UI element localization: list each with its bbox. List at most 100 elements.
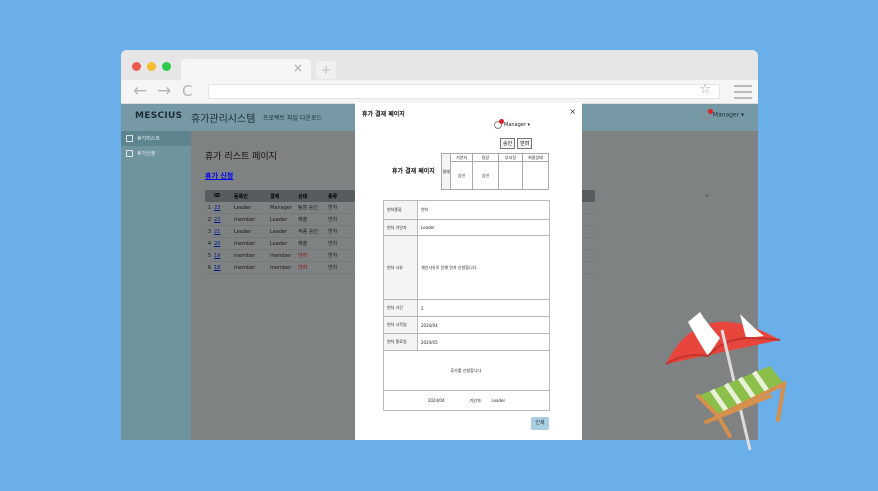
- row-number: 5: [207, 252, 212, 259]
- grid-header-approver[interactable]: 결재: [270, 193, 298, 200]
- row-user: member: [234, 240, 256, 247]
- row-id-link[interactable]: 20: [214, 241, 234, 247]
- row-approver: member: [270, 264, 292, 271]
- row-type: 연차: [328, 205, 338, 211]
- brand-logo[interactable]: MESCIUS: [135, 111, 182, 121]
- address-bar[interactable]: ☆: [208, 82, 720, 99]
- row-id-link[interactable]: 21: [214, 229, 234, 235]
- grid-header-type[interactable]: 종류: [328, 193, 348, 200]
- row-state: 팀장 승인: [298, 205, 318, 211]
- row-type: 연차: [328, 241, 338, 247]
- detail-value: 2024/05: [417, 333, 550, 351]
- modal-user-menu[interactable]: Manager ▾: [494, 119, 531, 129]
- system-title: 휴가관리시스템: [191, 114, 256, 125]
- row-user: Leader: [234, 204, 252, 211]
- row-approver: member: [270, 252, 292, 259]
- minimize-window-dot[interactable]: [147, 62, 156, 71]
- detail-value: 2024/04: [417, 316, 550, 334]
- row-number: 3: [207, 228, 212, 235]
- sidebar-item-label: 휴가리스트: [137, 136, 161, 142]
- row-type: 연차: [328, 217, 338, 223]
- footer-name: Leader: [491, 397, 506, 403]
- grid-header-id[interactable]: ID: [214, 193, 234, 199]
- footer-message: 휴가를 신청합니다.: [383, 350, 550, 391]
- browser-titlebar: × +: [121, 50, 758, 80]
- reload-icon[interactable]: C: [182, 82, 192, 100]
- footer-label: 기안자:: [469, 397, 483, 403]
- detail-label: 연차 기간: [383, 299, 418, 317]
- apply-leave-link[interactable]: 휴가 신청: [205, 171, 233, 181]
- row-number: 6: [207, 264, 212, 271]
- row-user: Leader: [234, 228, 252, 235]
- detail-value: 개인사유로 인해 연차 신청합니다.: [417, 235, 550, 300]
- avatar-icon: [702, 109, 713, 119]
- close-tab-icon[interactable]: ×: [293, 61, 303, 75]
- bookmark-star-icon[interactable]: ☆: [699, 82, 711, 97]
- beach-chair-umbrella-illustration: [665, 312, 787, 451]
- row-approver: Manager: [270, 204, 292, 211]
- row-user: member: [234, 216, 256, 223]
- print-button[interactable]: 인쇄: [531, 417, 549, 430]
- browser-navbar: ← → C ☆: [121, 80, 758, 104]
- forward-icon[interactable]: →: [157, 82, 171, 100]
- edit-icon: [126, 150, 133, 157]
- row-state: 제출: [298, 241, 308, 247]
- row-id-link[interactable]: 22: [214, 217, 234, 223]
- notification-badge: [707, 109, 713, 114]
- row-id-link[interactable]: 19: [214, 253, 234, 259]
- maximize-window-dot[interactable]: [162, 62, 171, 71]
- row-approver: Leader: [270, 240, 288, 247]
- row-type: 연차: [328, 265, 338, 271]
- header-user-menu[interactable]: Manager ▾: [702, 109, 744, 119]
- detail-label: 연차 시작일: [383, 316, 418, 334]
- approval-val: 승인: [472, 161, 499, 190]
- detail-value: 연차: [417, 200, 550, 220]
- approval-side-label: 결재: [441, 153, 451, 190]
- browser-tab[interactable]: ×: [181, 59, 311, 80]
- row-user: member: [234, 252, 256, 259]
- reject-button[interactable]: 반려: [517, 138, 533, 149]
- row-number: 1: [207, 204, 212, 211]
- sidebar-item-list[interactable]: 휴가리스트: [121, 131, 191, 146]
- approval-col: 팀장: [472, 153, 499, 162]
- approval-modal: 휴가 결재 페이지 × Manager ▾ 승인 반려 휴가 결재 페이지 결재…: [355, 103, 582, 440]
- row-user: member: [234, 264, 256, 271]
- row-id-link[interactable]: 23: [214, 205, 234, 211]
- sidebar-item-label: 휴가신청: [137, 151, 156, 157]
- approval-col: 부서장: [498, 153, 523, 162]
- project-download-link[interactable]: 프로젝트 파일 다운로드: [263, 113, 322, 122]
- notification-badge: [499, 119, 504, 124]
- page-title: 휴가 리스트 페이지: [205, 152, 277, 162]
- modal-title: 휴가 결재 페이지: [362, 111, 405, 118]
- detail-label: 연차 종료일: [383, 333, 418, 351]
- close-window-dot[interactable]: [132, 62, 141, 71]
- row-approver: Leader: [270, 216, 288, 223]
- footer-date: 2024/04: [427, 397, 445, 403]
- approval-val: 승인: [450, 161, 473, 190]
- approval-col: 최종상태: [522, 153, 549, 162]
- close-icon[interactable]: ×: [569, 107, 576, 116]
- detail-label: 연차 사유: [383, 235, 418, 300]
- row-number: 2: [207, 216, 212, 223]
- approval-val: [522, 161, 549, 190]
- new-tab-button[interactable]: +: [316, 61, 336, 79]
- approval-val: [498, 161, 523, 190]
- grid-header-user[interactable]: 등록인: [234, 193, 270, 200]
- detail-value: 2: [417, 299, 550, 317]
- grid-header-state[interactable]: 상태: [298, 193, 328, 200]
- approval-table: 결재 기안자 팀장 부서장 최종상태 승인 승인: [441, 153, 549, 190]
- browser-menu-icon[interactable]: [734, 85, 752, 103]
- row-type: 연차: [328, 229, 338, 235]
- sidebar: 휴가리스트 휴가신청: [121, 131, 191, 440]
- row-id-link[interactable]: 18: [214, 265, 234, 271]
- back-icon[interactable]: ←: [133, 82, 147, 100]
- modal-user-label: Manager ▾: [504, 122, 531, 128]
- header-user-label: Manager ▾: [712, 111, 744, 119]
- sidebar-item-apply[interactable]: 휴가신청: [121, 146, 191, 161]
- row-number: 4: [207, 240, 212, 247]
- detail-label: 연차 기안자: [383, 219, 418, 236]
- row-state: 반려: [298, 265, 308, 271]
- approve-button[interactable]: 승인: [500, 138, 516, 149]
- row-state: 작종 승인: [298, 229, 318, 235]
- leave-detail-table: 연차종류 연차 연차 기안자 Leader 연차 사유 개인사유로 인해 연차 신청합…: [383, 200, 550, 411]
